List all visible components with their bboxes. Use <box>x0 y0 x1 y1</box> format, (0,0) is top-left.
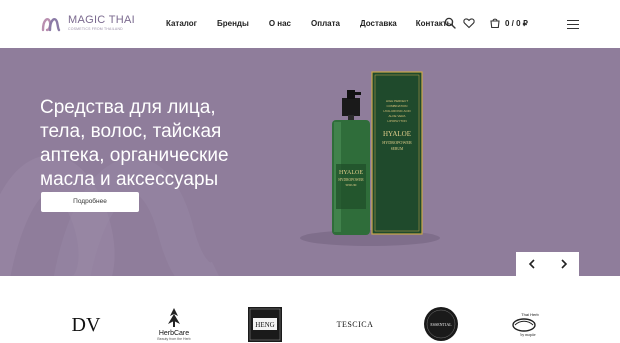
hero-headline: Средства для лица, тела, волос, тайская … <box>40 96 290 192</box>
box-text-2: COMBINATION <box>387 104 408 108</box>
herbcare-logo: HerbCare Beauty from the Herb <box>157 308 191 341</box>
box-text-8: SERUM <box>391 147 404 151</box>
brand-herbcare-name: HerbCare <box>159 330 189 337</box>
logo-tagline: COSMETICS FROM THAILAND <box>68 26 123 31</box>
nav-item-brands[interactable]: Бренды <box>217 19 249 28</box>
nav-item-payment[interactable]: Оплата <box>311 19 340 28</box>
headline-line-3: аптека, органические <box>40 145 229 166</box>
bottle-text-1: HYALOE <box>339 170 363 176</box>
main-nav: Каталог Бренды О нас Оплата Доставка Кон… <box>166 19 453 28</box>
brand-thaiherb-sub: by mapite <box>520 333 535 337</box>
nav-item-delivery[interactable]: Доставка <box>360 19 397 28</box>
logo-mark-icon <box>41 18 61 32</box>
brand-heng[interactable]: HENG <box>247 306 283 343</box>
box-text-3: HYALURONIC ACID <box>383 109 411 113</box>
brand-dv-name: DV <box>72 314 101 336</box>
box-text-5: LIPOPHYTON <box>387 119 406 123</box>
brand-dv[interactable]: DV <box>66 310 106 338</box>
site-logo[interactable]: MAGIC THAI COSMETICS FROM THAILAND <box>40 12 135 34</box>
more-button[interactable]: Подробнее <box>41 192 139 212</box>
box-text-7: HYDROPOWER <box>382 140 412 145</box>
slider-next-button[interactable] <box>548 252 579 276</box>
headline-line-1: Средства для лица, <box>40 97 216 118</box>
brand-herbcare[interactable]: HerbCare Beauty from the Herb <box>150 306 198 343</box>
search-icon[interactable] <box>444 17 456 29</box>
site-header: MAGIC THAI COSMETICS FROM THAILAND Катал… <box>0 0 620 48</box>
logo-name: MAGIC THAI <box>68 13 135 26</box>
chevron-left-icon <box>528 259 535 269</box>
slider-controls <box>516 252 579 276</box>
bottle-text-2: HYDROPOWER <box>338 178 364 182</box>
heart-icon[interactable] <box>463 17 475 29</box>
brand-essential[interactable]: ESSENTIAL <box>423 306 459 342</box>
brand-herbcare-sub: Beauty from the Herb <box>157 337 190 341</box>
menu-icon[interactable] <box>567 20 579 29</box>
dv-logo: DV <box>72 314 101 336</box>
logo-text: MAGIC THAI COSMETICS FROM THAILAND <box>68 13 135 32</box>
nav-item-catalog[interactable]: Каталог <box>166 19 197 28</box>
slider-prev-button[interactable] <box>516 252 547 276</box>
cart-icon[interactable] <box>489 17 501 29</box>
hero-banner: Средства для лица, тела, волос, тайская … <box>0 48 620 276</box>
nav-item-about[interactable]: О нас <box>269 19 291 28</box>
headline-line-4: масла и аксессуары <box>40 169 219 190</box>
brand-heng-name: HENG <box>255 321 274 329</box>
brand-tescica[interactable]: TESCICA <box>336 312 374 336</box>
heng-logo: HENG <box>248 307 282 342</box>
tescica-logo: TESCICA <box>337 320 374 329</box>
brand-essential-name: ESSENTIAL <box>430 322 452 327</box>
brand-thaiherb[interactable]: Thai Herb by mapite <box>506 310 546 338</box>
thaiherb-logo: Thai Herb by mapite <box>512 312 540 337</box>
bottle-text-3: SERUM <box>346 183 357 187</box>
headline-line-2: тела, волос, тайская <box>40 121 222 142</box>
page: MAGIC THAI COSMETICS FROM THAILAND Катал… <box>0 0 620 343</box>
box-text-6: HYALOE <box>383 130 411 138</box>
cart-total[interactable]: 0 / 0 ₽ <box>505 19 528 28</box>
essential-logo: ESSENTIAL <box>424 307 458 341</box>
chevron-right-icon <box>560 259 567 269</box>
brands-strip: DV HerbCare Beauty from the Herb HENG TE… <box>0 276 620 343</box>
brand-thaiherb-name: Thai Herb <box>521 312 539 317</box>
brand-tescica-name: TESCICA <box>337 320 374 329</box>
box-text-1: HIGH PERFECT <box>386 99 409 103</box>
product-image: HIGH PERFECT COMBINATION HYALURONIC ACID… <box>332 71 423 235</box>
box-text-4: ALOE VERA <box>388 114 405 118</box>
